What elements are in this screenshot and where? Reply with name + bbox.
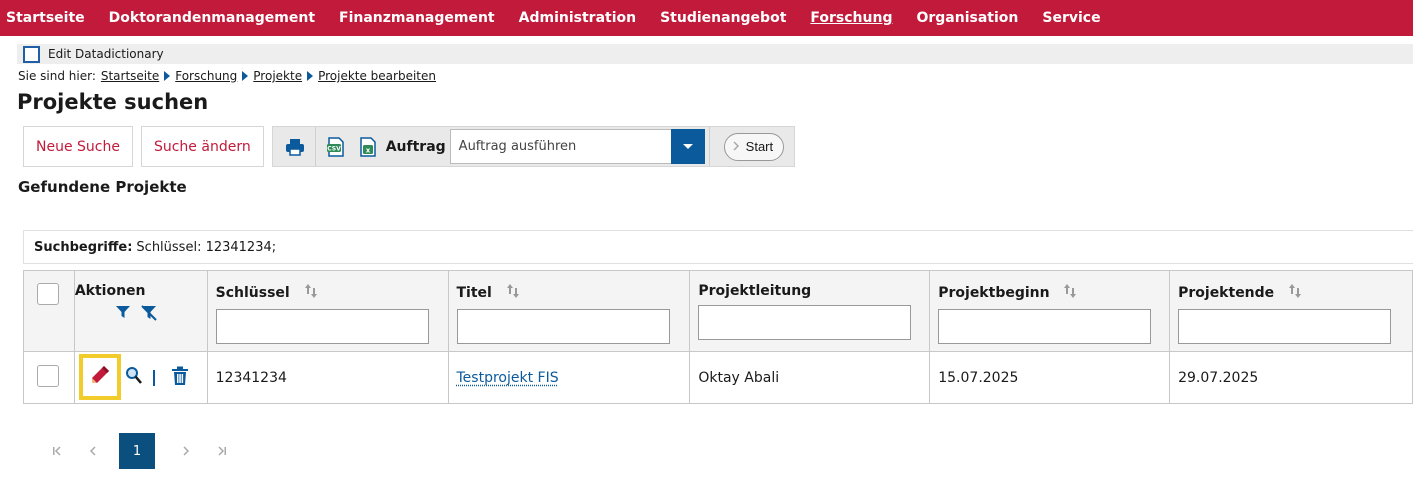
start-button-label: Start (745, 139, 774, 154)
breadcrumb-arrow-icon (164, 71, 171, 81)
nav-item-finanzmanagement[interactable]: Finanzmanagement (339, 10, 495, 26)
header-begin-label[interactable]: Projektbeginn (938, 285, 1049, 301)
cell-lead: Oktay Abali (689, 351, 931, 404)
header-lead-label: Projektleitung (698, 283, 812, 299)
action-divider (152, 369, 155, 386)
auftrag-select[interactable]: Auftrag ausführen (449, 129, 705, 164)
view-details-icon[interactable] (125, 366, 143, 390)
header-title: Titel (447, 270, 691, 352)
chevron-right-icon (733, 139, 740, 154)
breadcrumb-forschung[interactable]: Forschung (175, 69, 237, 83)
header-key: Schlüssel (206, 270, 449, 352)
row-actions-cell (73, 351, 208, 404)
breadcrumb-prefix: Sie sind hier: (18, 69, 96, 83)
sort-icon[interactable] (505, 283, 521, 303)
header-begin: Projektbeginn (929, 270, 1171, 352)
row-select-cell (23, 351, 75, 404)
section-title: Gefundene Projekte (18, 178, 187, 196)
toolbar: Neue Suche Suche ändern CSV x Auftrag Au… (23, 126, 796, 167)
nav-item-startseite[interactable]: Startseite (6, 10, 85, 26)
top-navigation: Startseite Doktorandenmanagement Finanzm… (0, 0, 1413, 36)
edit-datadictionary-checkbox[interactable] (23, 45, 40, 63)
nav-item-organisation[interactable]: Organisation (916, 10, 1018, 26)
filter-input-key[interactable] (215, 309, 429, 344)
sort-icon[interactable] (1062, 283, 1078, 303)
row-checkbox[interactable] (37, 364, 59, 387)
edit-button[interactable] (78, 354, 121, 400)
breadcrumb-projekte[interactable]: Projekte (253, 69, 302, 83)
printer-icon[interactable] (284, 136, 306, 158)
previous-page-icon[interactable] (86, 444, 100, 458)
next-page-icon[interactable] (179, 444, 193, 458)
select-all-checkbox[interactable] (37, 283, 59, 305)
table-row: 12341234 Testprojekt FIS Oktay Abali 15.… (23, 351, 1413, 404)
change-search-button[interactable]: Suche ändern (140, 126, 264, 167)
search-terms-label: Suchbegriffe: (34, 239, 133, 255)
export-group: CSV x Auftrag Auftrag ausführen Start (271, 126, 796, 167)
start-button[interactable]: Start (723, 132, 785, 161)
results-table: Aktionen Schlüssel Titel Projektleitung … (23, 270, 1413, 404)
cell-title: Testprojekt FIS (447, 351, 691, 404)
current-page[interactable]: 1 (119, 433, 155, 469)
filter-input-lead[interactable] (698, 305, 912, 340)
first-page-icon[interactable] (50, 444, 64, 458)
excel-export-icon[interactable]: x (357, 136, 379, 158)
header-end-label[interactable]: Projektende (1178, 285, 1274, 301)
svg-text:x: x (365, 146, 370, 154)
cell-begin: 15.07.2025 (929, 351, 1171, 404)
search-terms-bar: Suchbegriffe: Schlüssel: 12341234; (23, 230, 1413, 264)
header-lead: Projektleitung (689, 270, 931, 352)
toolbar-divider (708, 127, 710, 166)
search-terms-value: Schlüssel: 12341234; (136, 239, 277, 255)
header-select-cell (23, 270, 75, 352)
header-end: Projektende (1169, 270, 1413, 352)
chevron-down-icon[interactable] (670, 129, 705, 164)
filter-icon[interactable] (115, 305, 130, 325)
auftrag-label: Auftrag (385, 138, 446, 155)
pagination: 1 (50, 433, 251, 469)
sort-icon[interactable] (303, 283, 319, 303)
last-page-icon[interactable] (215, 444, 229, 458)
nav-item-service[interactable]: Service (1042, 10, 1100, 26)
csv-export-icon[interactable]: CSV (325, 136, 347, 158)
breadcrumb-arrow-icon (242, 71, 249, 81)
breadcrumb: Sie sind hier: Startseite Forschung Proj… (18, 68, 436, 84)
edit-datadictionary-label: Edit Datadictionary (48, 47, 164, 61)
filter-input-end[interactable] (1178, 309, 1392, 344)
header-key-label[interactable]: Schlüssel (216, 285, 290, 301)
nav-item-forschung[interactable]: Forschung (810, 10, 892, 26)
auftrag-select-value: Auftrag ausführen (458, 139, 577, 154)
edit-datadictionary-bar: Edit Datadictionary (17, 44, 1413, 64)
breadcrumb-projekte-bearbeiten[interactable]: Projekte bearbeiten (318, 69, 436, 83)
page-title: Projekte suchen (17, 90, 209, 114)
header-actions: Aktionen (73, 270, 208, 352)
pencil-icon (89, 364, 111, 390)
filter-input-begin[interactable] (938, 309, 1152, 344)
breadcrumb-startseite[interactable]: Startseite (101, 69, 159, 83)
trash-icon[interactable] (171, 366, 189, 390)
breadcrumb-arrow-icon (307, 71, 314, 81)
nav-item-doktorandenmanagement[interactable]: Doktorandenmanagement (109, 10, 315, 26)
filter-input-title[interactable] (456, 309, 670, 344)
toolbar-divider (314, 127, 316, 166)
project-title-link[interactable]: Testprojekt FIS (457, 370, 559, 386)
nav-item-administration[interactable]: Administration (519, 10, 636, 26)
nav-item-studienangebot[interactable]: Studienangebot (660, 10, 786, 26)
sort-icon[interactable] (1287, 283, 1303, 303)
svg-text:CSV: CSV (327, 145, 341, 152)
header-title-label[interactable]: Titel (457, 285, 492, 301)
header-actions-label: Aktionen (74, 283, 146, 299)
cell-end: 29.07.2025 (1169, 351, 1413, 404)
clear-filter-icon[interactable] (140, 305, 158, 325)
table-header-row: Aktionen Schlüssel Titel Projektleitung … (23, 270, 1413, 352)
cell-key: 12341234 (206, 351, 449, 404)
new-search-button[interactable]: Neue Suche (23, 126, 133, 167)
